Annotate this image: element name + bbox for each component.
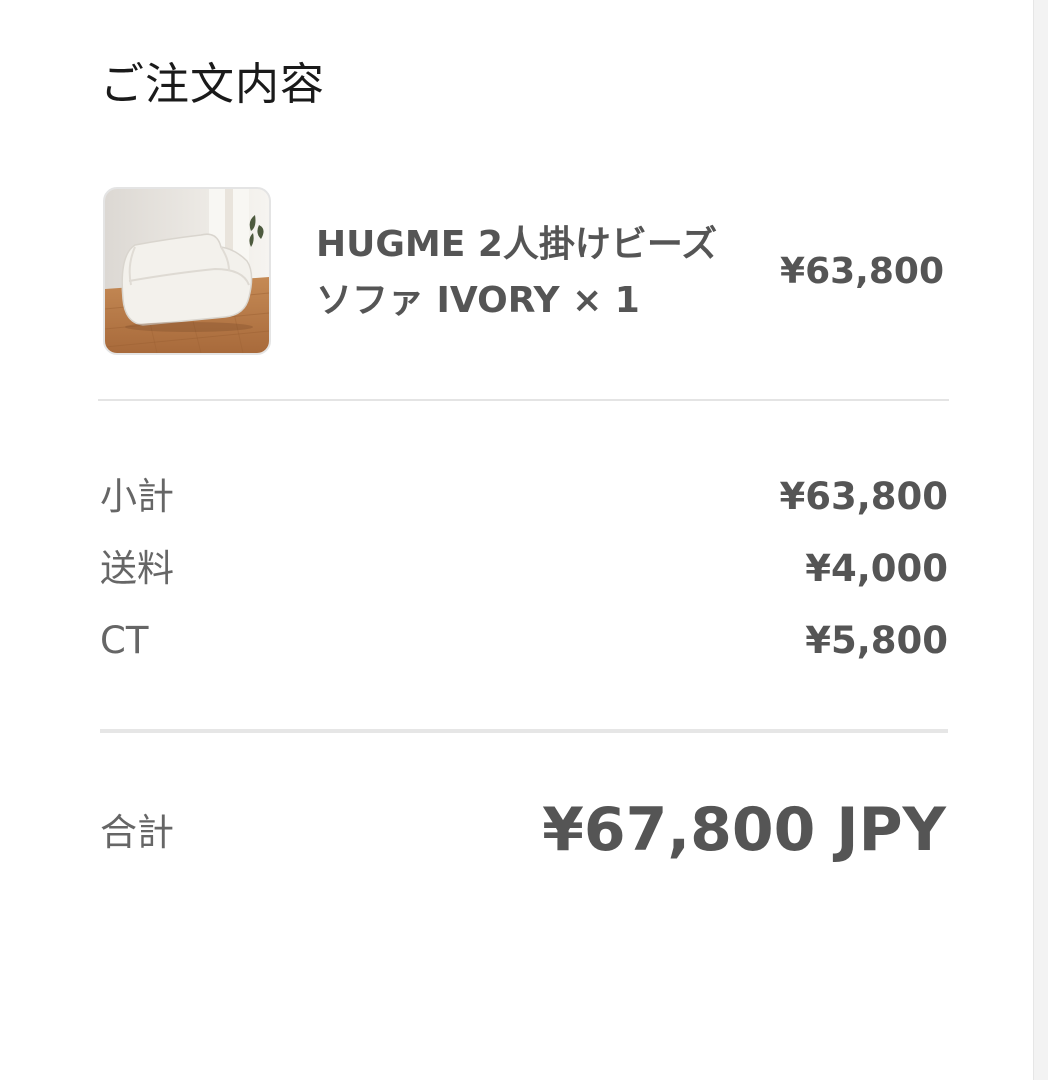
sofa-image: [105, 189, 269, 353]
product-thumbnail: [103, 187, 271, 355]
total-row: 合計 ¥67,800 JPY: [100, 790, 948, 870]
divider: [98, 399, 949, 401]
subtotal-label: 小計: [100, 475, 174, 518]
shipping-value: ¥4,000: [805, 547, 948, 590]
shipping-row: 送料 ¥4,000: [100, 544, 948, 594]
shipping-label: 送料: [100, 547, 174, 590]
scrollbar-track: [1033, 0, 1048, 1080]
line-item: HUGME 2人掛けビーズソファ IVORY × 1 ¥63,800: [103, 187, 948, 355]
order-summary-title: ご注文内容: [100, 59, 325, 110]
total-label: 合計: [100, 811, 174, 854]
product-name: HUGME 2人掛けビーズソファ IVORY × 1: [316, 224, 718, 321]
divider: [100, 729, 948, 733]
total-value: ¥67,800 JPY: [542, 795, 946, 865]
tax-label: CT: [100, 619, 149, 662]
product-price: ¥63,800: [780, 251, 944, 292]
tax-value: ¥5,800: [805, 619, 948, 662]
subtotal-row: 小計 ¥63,800: [100, 472, 948, 522]
subtotal-value: ¥63,800: [779, 475, 948, 518]
tax-row: CT ¥5,800: [100, 616, 948, 666]
